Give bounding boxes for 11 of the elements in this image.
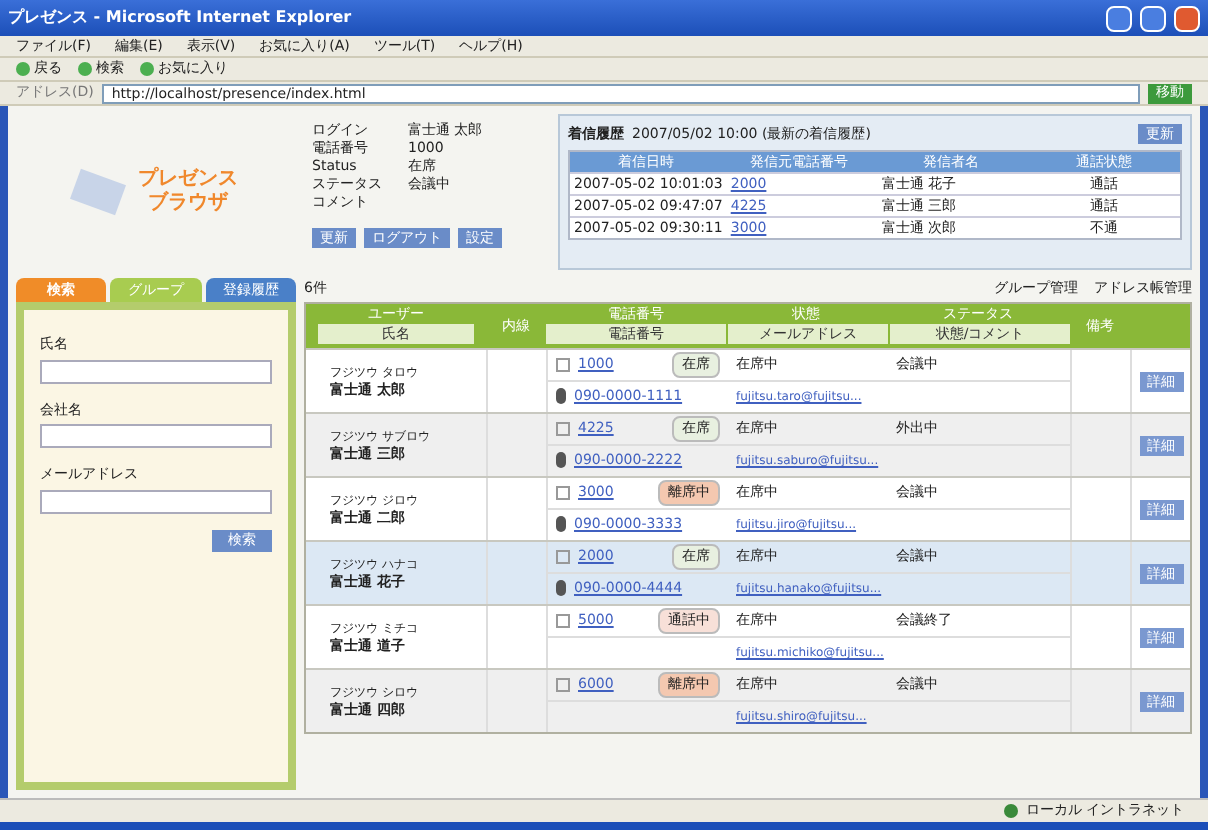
maximize-button[interactable]	[1140, 5, 1166, 31]
toolbar-icon	[140, 62, 154, 76]
input-field[interactable]	[40, 359, 272, 383]
input-field[interactable]	[40, 489, 272, 513]
toolbar-icon	[78, 62, 92, 76]
close-button[interactable]	[1174, 5, 1200, 31]
window-title: プレゼンス - Microsoft Internet Explorer	[8, 6, 352, 30]
minimize-button[interactable]	[1106, 5, 1132, 31]
logo-text: プレゼンス ブラウザ	[138, 168, 238, 216]
input-field[interactable]	[40, 424, 272, 448]
toolbar-icon	[16, 62, 30, 76]
